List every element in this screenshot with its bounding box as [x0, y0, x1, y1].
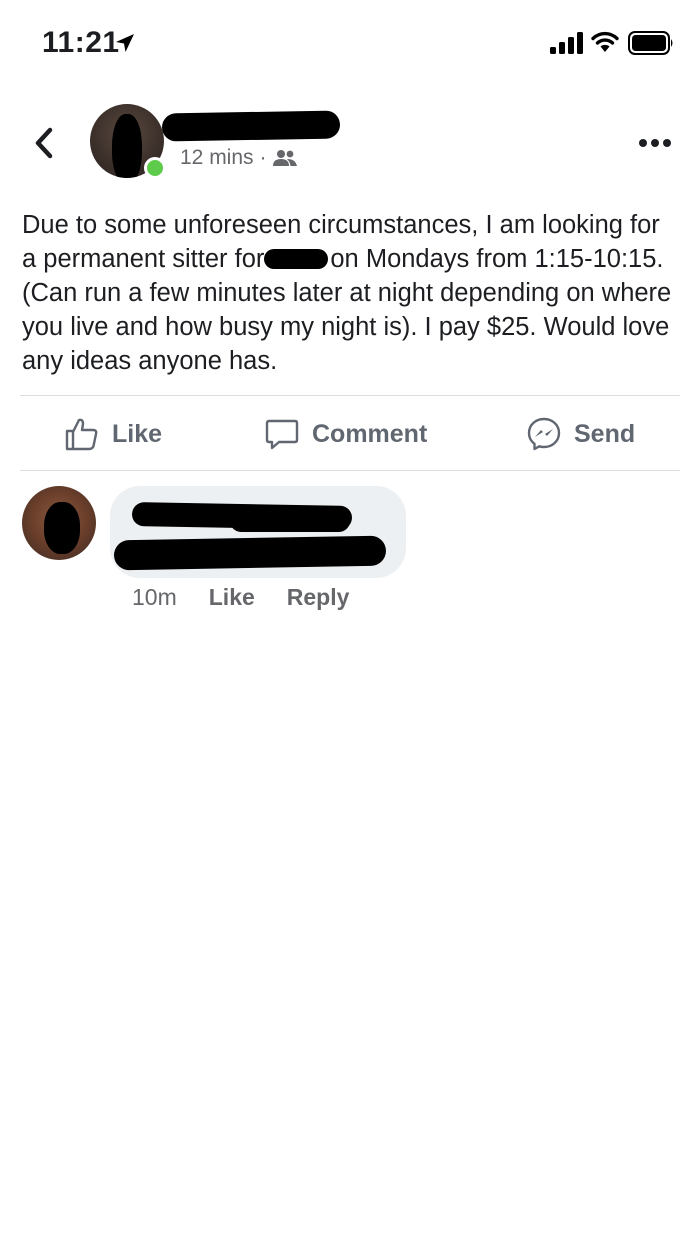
like-label: Like [112, 419, 163, 448]
send-button[interactable]: Send [526, 410, 635, 458]
comment-icon [265, 419, 299, 450]
redaction-mark [230, 510, 350, 532]
like-button[interactable]: Like [64, 410, 162, 458]
author-name-redacted[interactable] [161, 110, 341, 142]
send-label: Send [574, 419, 636, 448]
comment-label: Comment [312, 419, 428, 448]
comment-like-button[interactable]: Like [209, 584, 255, 611]
messenger-icon [527, 417, 561, 451]
comment-reply-button[interactable]: Reply [287, 584, 350, 611]
friends-icon [272, 150, 297, 166]
status-bar: 11:21 [0, 0, 700, 90]
avatar-redaction [112, 114, 142, 178]
back-button[interactable] [30, 124, 60, 162]
online-status-indicator [144, 157, 166, 179]
signal-icon [550, 32, 583, 54]
more-options-icon[interactable] [638, 138, 672, 148]
post-meta: 12 mins · [180, 146, 297, 170]
location-arrow-icon [116, 34, 134, 52]
post-text: Due to some unforeseen circumstances, I … [22, 208, 678, 378]
divider-top [20, 395, 680, 396]
comment-time[interactable]: 10m [132, 584, 177, 611]
wifi-icon [591, 31, 619, 52]
comment-text-redacted [113, 535, 387, 571]
battery-icon [628, 31, 673, 55]
comment-bubble [110, 486, 406, 578]
avatar-redaction [44, 502, 80, 554]
thumbs-up-icon [65, 418, 98, 451]
commenter-avatar[interactable] [22, 486, 96, 560]
meta-separator: · [259, 146, 267, 169]
inline-redaction [264, 249, 329, 269]
comment-button[interactable]: Comment [264, 410, 427, 458]
post-timestamp[interactable]: 12 mins [180, 146, 254, 170]
status-time: 11:21 [42, 26, 120, 59]
comment-actions: 10m Like Reply [132, 584, 349, 611]
divider-bottom [20, 470, 680, 471]
